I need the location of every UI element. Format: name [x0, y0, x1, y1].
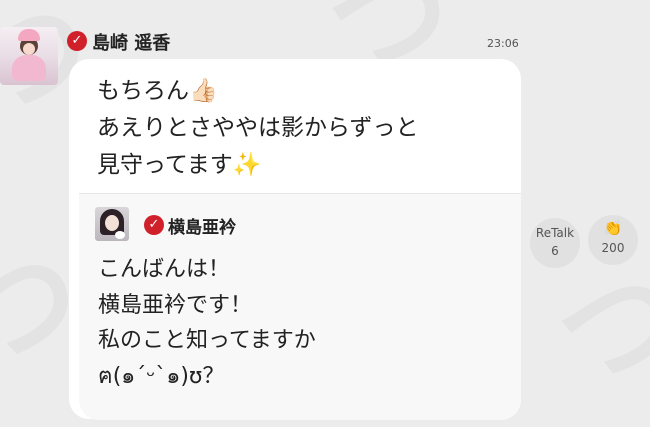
verified-badge-icon: ✓	[67, 31, 87, 51]
clap-count: 200	[601, 241, 625, 255]
quoted-avatar[interactable]	[95, 207, 129, 241]
clap-button[interactable]: 👏 200	[588, 215, 638, 265]
quoted-sender-name[interactable]: 横島亜衿	[168, 213, 236, 238]
retalk-count: 6	[551, 244, 559, 258]
sender-avatar[interactable]	[0, 27, 58, 85]
sender-name[interactable]: 島崎 遥香	[92, 29, 170, 55]
retalk-button[interactable]: ReTalk 6	[530, 218, 580, 268]
verified-badge-icon: ✓	[144, 215, 164, 235]
message-text: もちろん👍🏻 あえりとさややは影からずっと 見守ってます✨	[97, 78, 419, 178]
quoted-message-text: こんばんは！ 横島亜衿です！ 私のこと知ってますか ฅ(๑´ᵕ`๑)ʊ？	[98, 257, 316, 389]
clap-icon: 👏	[603, 219, 623, 237]
watermark-logo: つ	[543, 246, 650, 413]
retalk-label: ReTalk	[535, 226, 575, 240]
message-time: 23:06	[487, 37, 519, 50]
